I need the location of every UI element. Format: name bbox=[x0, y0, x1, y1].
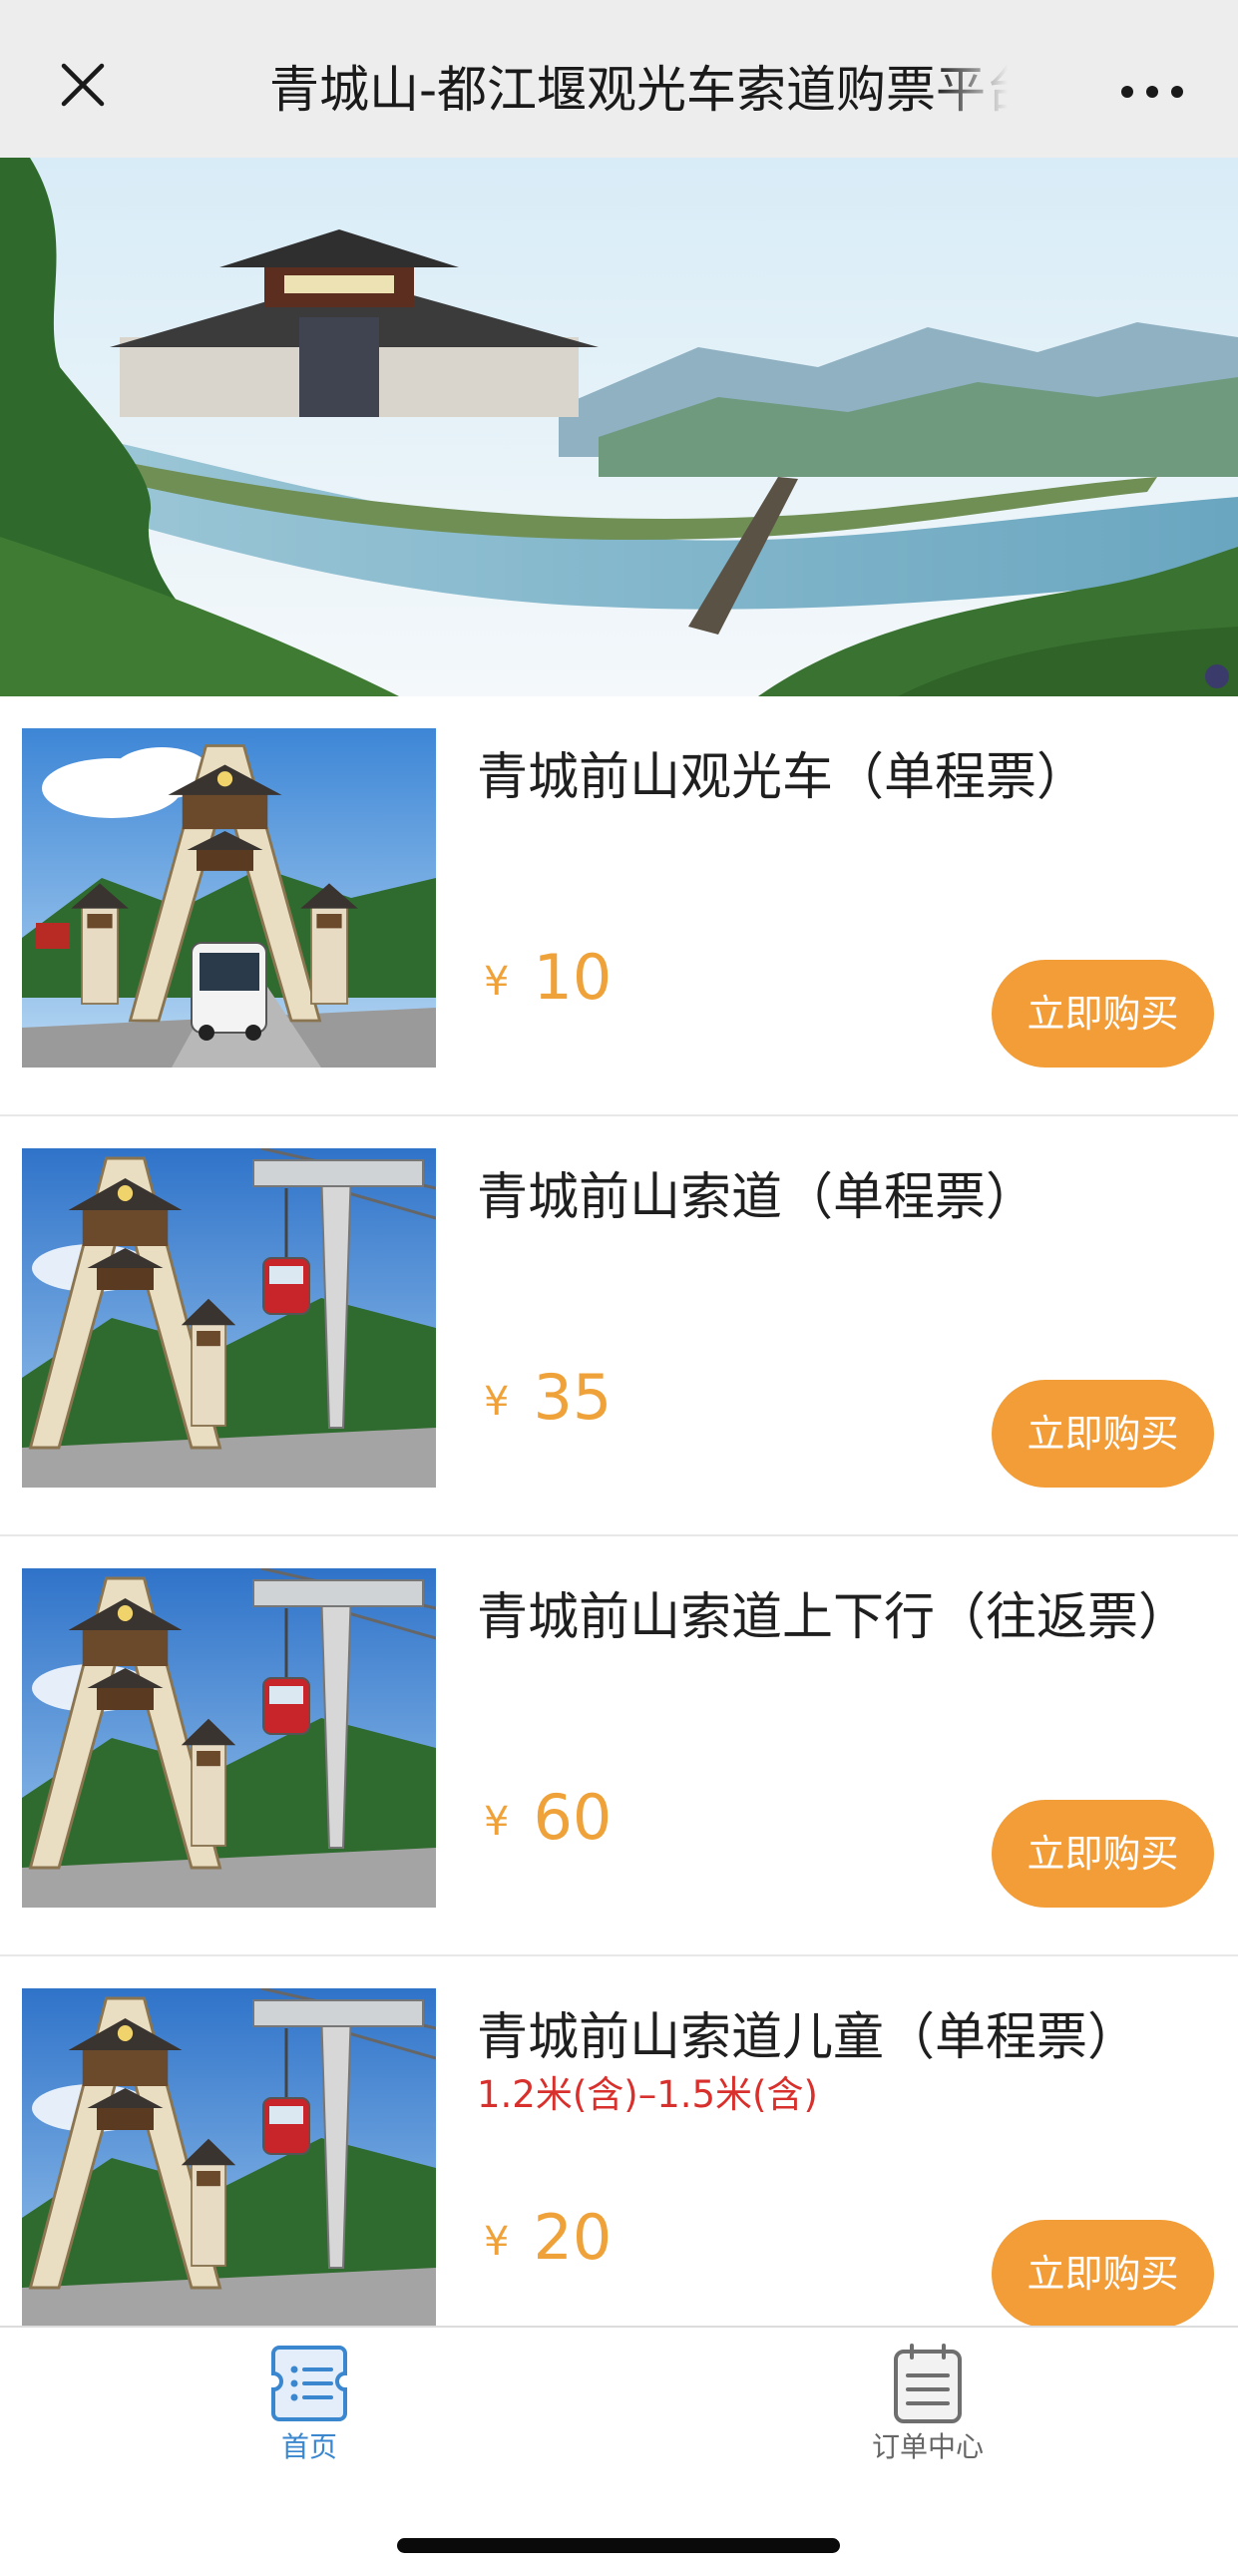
height-requirement-note: 1.2米(含)–1.5米(含) bbox=[477, 2073, 818, 2116]
buy-now-button[interactable]: 立即购买 bbox=[992, 1380, 1214, 1488]
ticket-price: ¥10 bbox=[484, 943, 612, 1013]
ticket-list: 青城前山观光车（单程票） ¥10 立即购买 青城前山索道（单程票） ¥ 35 立… bbox=[0, 696, 1238, 2326]
home-indicator-bar[interactable] bbox=[397, 2538, 840, 2553]
ticket-item-cableway-child[interactable]: 青城前山索道儿童（单程票） 1.2米(含)–1.5米(含) ¥20 立即购买 bbox=[0, 1956, 1238, 2326]
close-icon[interactable] bbox=[50, 52, 116, 118]
cable-car-photo bbox=[22, 1148, 436, 1488]
currency-symbol: ¥ bbox=[484, 959, 510, 1005]
ticket-item-cableway-single[interactable]: 青城前山索道（单程票） ¥35 立即购买 bbox=[0, 1116, 1238, 1536]
tab-label: 首页 bbox=[280, 2430, 337, 2463]
currency-symbol: ¥ bbox=[484, 1799, 510, 1845]
order-list-icon bbox=[888, 2342, 968, 2425]
cable-car-photo bbox=[22, 1568, 436, 1908]
ticket-price: ¥60 bbox=[484, 1783, 612, 1853]
top-navbar: 青城山-都江堰观光车索道购票平台 bbox=[0, 0, 1238, 158]
scenic-banner-image bbox=[0, 158, 1238, 696]
more-dots-icon[interactable] bbox=[1112, 70, 1192, 114]
ticket-name: 青城前山索道儿童（单程票） bbox=[477, 2008, 1139, 2067]
ticket-item-sightseeing-bus[interactable]: 青城前山观光车（单程票） ¥10 立即购买 bbox=[0, 696, 1238, 1116]
currency-symbol: ¥ bbox=[484, 2219, 510, 2265]
sightseeing-bus-photo bbox=[22, 728, 436, 1068]
tab-label: 订单中心 bbox=[871, 2430, 984, 2463]
buy-now-button[interactable]: 立即购买 bbox=[992, 2220, 1214, 2326]
home-ticket-icon bbox=[269, 2342, 349, 2425]
ticket-name: 青城前山观光车（单程票） bbox=[477, 748, 1088, 807]
currency-symbol: ¥ bbox=[484, 1379, 510, 1425]
price-amount: 10 bbox=[533, 941, 613, 1014]
buy-now-button[interactable]: 立即购买 bbox=[992, 960, 1214, 1068]
bottom-tab-bar: 首页 订单中心 bbox=[0, 2326, 1238, 2576]
tab-home[interactable]: 首页 bbox=[160, 2328, 459, 2477]
price-amount: 60 bbox=[533, 1781, 613, 1854]
cable-car-photo bbox=[22, 1988, 436, 2326]
ticket-name: 青城前山索道上下行（往返票） bbox=[477, 1588, 1190, 1647]
price-amount: 20 bbox=[533, 2201, 613, 2274]
ticket-price: ¥35 bbox=[484, 1363, 612, 1433]
tab-order-center[interactable]: 订单中心 bbox=[778, 2328, 1077, 2477]
ticket-price: ¥20 bbox=[484, 2203, 612, 2273]
buy-now-button[interactable]: 立即购买 bbox=[992, 1800, 1214, 1908]
page-title: 青城山-都江堰观光车索道购票平台 bbox=[269, 61, 1008, 119]
ticket-name: 青城前山索道（单程票） bbox=[477, 1168, 1037, 1227]
ticket-item-cableway-round-trip[interactable]: 青城前山索道上下行（往返票） ¥60 立即购买 bbox=[0, 1536, 1238, 1956]
price-amount: 35 bbox=[533, 1361, 613, 1434]
